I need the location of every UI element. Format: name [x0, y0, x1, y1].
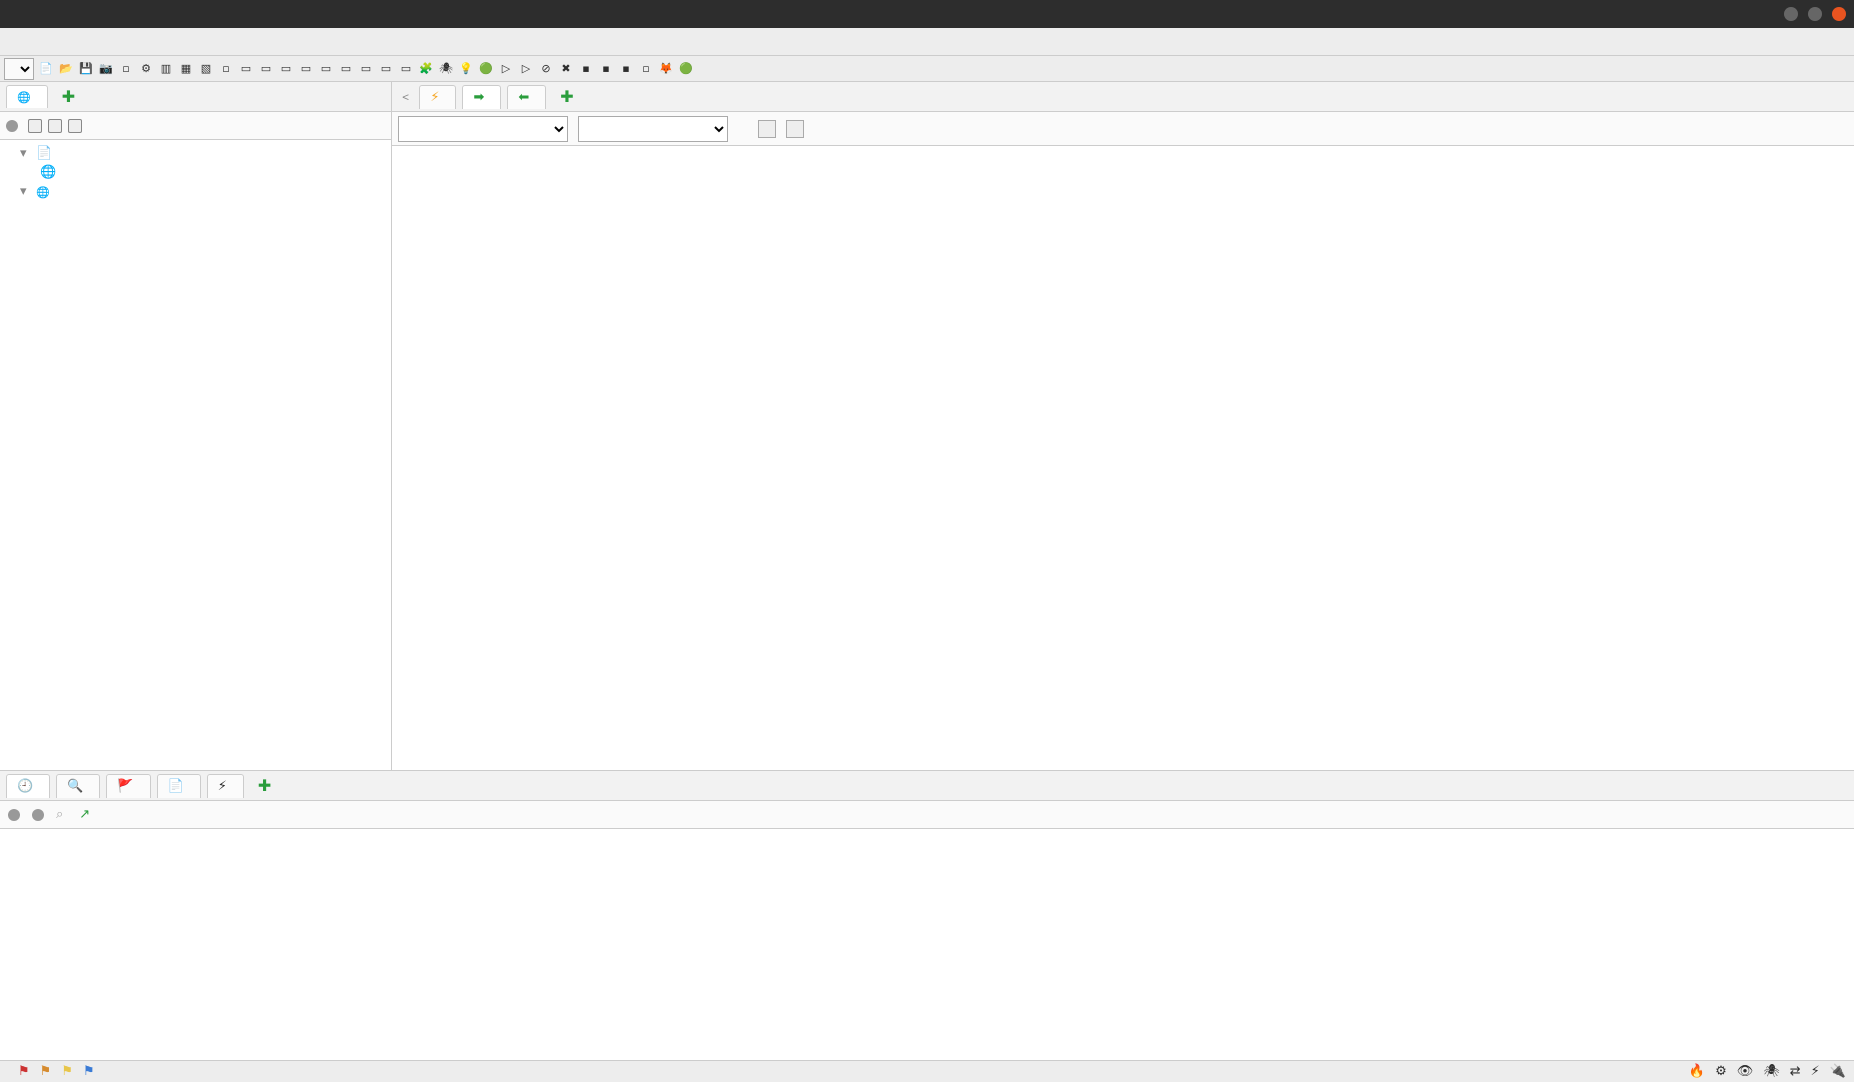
history-subbar: ⌕ ↗ — [0, 801, 1854, 829]
firefox-icon[interactable]: 🦊 — [658, 61, 674, 77]
add-tab-bottom[interactable]: ✚ — [250, 776, 279, 795]
filter-icon[interactable]: ⌕ — [56, 807, 63, 822]
tree-contexts[interactable]: ▾📄 — [0, 144, 391, 163]
minimize-icon[interactable] — [1784, 7, 1798, 21]
export-icon: ↗ — [79, 807, 90, 822]
add-tab-right[interactable]: ✚ — [552, 87, 581, 106]
tab-websockets[interactable]: ⚡ — [207, 774, 244, 798]
tab-output[interactable]: 📄 — [157, 774, 201, 798]
request-toolbar — [392, 112, 1854, 146]
record2-icon[interactable]: 🟢 — [678, 61, 694, 77]
spider-icon[interactable]: 🕷 — [438, 61, 454, 77]
history-button1-icon[interactable] — [8, 809, 20, 821]
left-tabrow: ✚ — [0, 82, 391, 112]
tab-quickstart[interactable]: ⚡ — [419, 85, 456, 109]
scan-active-icon: ⚙ — [1715, 1064, 1727, 1078]
bottom-tabrow: 🕘 🔍 🚩 📄 ⚡ ✚ — [0, 771, 1854, 801]
scan-ws-icon: 🔌 — [1830, 1064, 1846, 1078]
scan-fuzz-icon: ⇄ — [1790, 1064, 1801, 1078]
tab-show-icon[interactable]: ▭ — [298, 61, 314, 77]
header-view-select[interactable] — [398, 116, 568, 142]
statusbar: ⚑ ⚑ ⚑ ⚑ 🔥 ⚙ 👁 🕷 ⇄ ⚡ 🔌 — [0, 1060, 1854, 1082]
tab-expandall-icon[interactable]: ▭ — [238, 61, 254, 77]
tab-close-icon[interactable]: ▭ — [378, 61, 394, 77]
tree-default-context[interactable]: 🌐 — [0, 163, 391, 182]
save-icon[interactable]: 💾 — [78, 61, 94, 77]
tab-request[interactable]: ➡ — [462, 85, 501, 109]
addons-icon[interactable]: 🧩 — [418, 61, 434, 77]
mode-select[interactable] — [4, 58, 34, 80]
window-titlebar — [0, 0, 1854, 28]
sites-tree[interactable]: ▾📄 🌐 ▾ — [0, 140, 391, 770]
history-table[interactable] — [0, 829, 1854, 1060]
bottom-pane: 🕘 🔍 🚩 📄 ⚡ ✚ ⌕ ↗ — [0, 770, 1854, 1060]
terminal-icon[interactable]: ▪ — [618, 61, 634, 77]
tab-alerts[interactable]: 🚩 — [106, 774, 150, 798]
close-icon[interactable] — [1832, 7, 1846, 21]
session-icon[interactable]: ▫ — [118, 61, 134, 77]
toolbar-sep-icon: ▫ — [218, 61, 234, 77]
main-toolbar: 📄 📂 💾 📷 ▫ ⚙ ▥ ▦ ▧ ▫ ▭ ▭ ▭ ▭ ▭ ▭ ▭ ▭ ▭ 🧩 … — [0, 56, 1854, 82]
tab-collapse-icon[interactable]: ▭ — [258, 61, 274, 77]
menubar — [0, 28, 1854, 56]
globe-icon — [17, 90, 31, 104]
stop-icon[interactable]: ⊘ — [538, 61, 554, 77]
request-pane: < ⚡ ➡ ⬅ ✚ — [392, 82, 1854, 770]
maximize-icon[interactable] — [1808, 7, 1822, 21]
tab-next-icon[interactable]: ▭ — [338, 61, 354, 77]
settings-icon[interactable]: ⚙ — [138, 61, 154, 77]
add-tab-left[interactable]: ✚ — [54, 87, 83, 106]
bulb-icon[interactable]: 💡 — [458, 61, 474, 77]
toolbar-sep2-icon: ▫ — [638, 61, 654, 77]
request-text[interactable] — [392, 146, 1854, 770]
history-button2-icon[interactable] — [32, 809, 44, 821]
play-icon[interactable]: ▷ — [498, 61, 514, 77]
tab-history[interactable]: 🕘 — [6, 774, 50, 798]
tab-response[interactable]: ⬅ — [507, 85, 546, 109]
tab-hide-icon[interactable]: ▭ — [318, 61, 334, 77]
scan-forced-icon: ⚡ — [1811, 1064, 1820, 1078]
tab-closeall-icon[interactable]: ▭ — [398, 61, 414, 77]
sites-view-icon[interactable] — [68, 119, 82, 133]
right-tabrow: < ⚡ ➡ ⬅ ✚ — [392, 82, 1854, 112]
flag-low-icon: ⚑ — [61, 1064, 73, 1078]
globe-icon — [36, 185, 50, 199]
tab-sites[interactable] — [6, 85, 48, 108]
break-on-icon[interactable]: ✖ — [558, 61, 574, 77]
scan-icon[interactable]: ▷ — [518, 61, 534, 77]
break-req-icon[interactable]: ▪ — [578, 61, 594, 77]
tab-prev-icon[interactable]: ▭ — [358, 61, 374, 77]
new-icon[interactable]: 📄 — [38, 61, 54, 77]
record-icon[interactable]: 🟢 — [478, 61, 494, 77]
scan-passive-icon: 🔥 — [1689, 1064, 1705, 1078]
tab-search[interactable]: 🔍 — [56, 774, 100, 798]
body-view-select[interactable] — [578, 116, 728, 142]
main-split: ✚ ▾📄 🌐 ▾ < ⚡ ➡ ⬅ ✚ — [0, 82, 1854, 770]
open-icon[interactable]: 📂 — [58, 61, 74, 77]
link-with-proxy-icon[interactable] — [48, 119, 62, 133]
show-only-in-scope-icon[interactable] — [28, 119, 42, 133]
snapshot-icon[interactable]: 📷 — [98, 61, 114, 77]
sites-subtoolbar — [0, 112, 391, 140]
layout2-icon[interactable]: ▦ — [178, 61, 194, 77]
filter-toggle-icon[interactable] — [6, 120, 18, 132]
break-resp-icon[interactable]: ▪ — [598, 61, 614, 77]
flag-high-icon: ⚑ — [18, 1064, 30, 1078]
layout3-icon[interactable]: ▧ — [198, 61, 214, 77]
layout-horizontal-icon[interactable] — [758, 120, 776, 138]
layout-vertical-icon[interactable] — [786, 120, 804, 138]
sites-pane: ✚ ▾📄 🌐 ▾ — [0, 82, 392, 770]
tab-scroll-left-icon[interactable]: < — [398, 90, 413, 104]
scan-ajax-icon: 🕷 — [1763, 1064, 1780, 1078]
tab-pin-icon[interactable]: ▭ — [278, 61, 294, 77]
scan-spider-icon: 👁 — [1737, 1064, 1754, 1078]
flag-info-icon: ⚑ — [83, 1064, 95, 1078]
tree-sites-root[interactable]: ▾ — [0, 182, 391, 201]
layout1-icon[interactable]: ▥ — [158, 61, 174, 77]
flag-medium-icon: ⚑ — [40, 1064, 52, 1078]
